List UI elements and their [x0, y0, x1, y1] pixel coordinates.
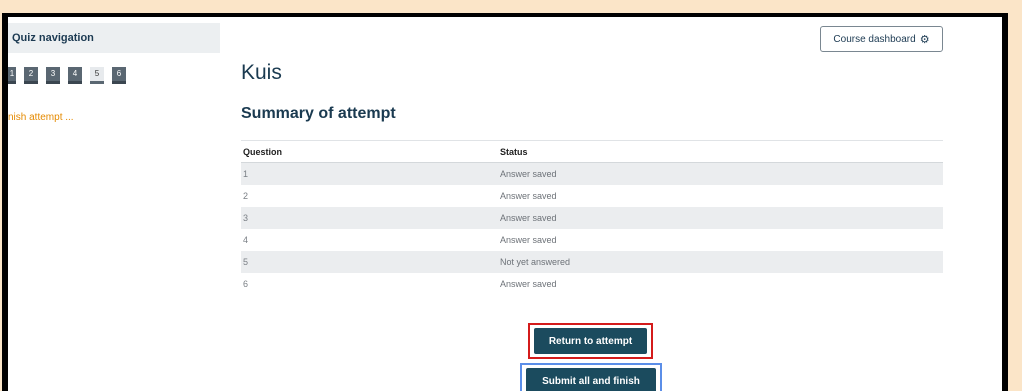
- question-number-cell[interactable]: 1: [241, 162, 498, 185]
- table-row: 1 Answer saved: [241, 162, 943, 185]
- screenshot-frame: Quiz navigation 1 2 3 4 5 6 nish attempt…: [2, 13, 1008, 391]
- question-navigation-buttons: 1 2 3 4 5 6: [8, 67, 134, 84]
- status-cell: Answer saved: [500, 279, 557, 289]
- question-button-3[interactable]: 3: [46, 67, 60, 84]
- table-row: 2 Answer saved: [241, 185, 943, 207]
- finish-attempt-link[interactable]: nish attempt ...: [8, 112, 74, 123]
- column-header-status: Status: [498, 140, 943, 163]
- table-row: 4 Answer saved: [241, 229, 943, 251]
- question-number-cell[interactable]: 5: [241, 251, 498, 273]
- question-number-cell[interactable]: 3: [241, 207, 498, 229]
- question-button-5[interactable]: 5: [90, 67, 104, 84]
- table-row: 5 Not yet answered: [241, 251, 943, 273]
- status-cell: Not yet answered: [498, 251, 943, 273]
- question-button-1[interactable]: 1: [8, 67, 16, 84]
- return-to-attempt-button[interactable]: Return to attempt: [534, 328, 647, 354]
- question-number-cell[interactable]: 2: [241, 185, 498, 207]
- return-button-highlight: Return to attempt: [528, 323, 653, 359]
- course-dashboard-button[interactable]: Course dashboard ⚙: [820, 26, 943, 52]
- question-number-cell[interactable]: 6: [241, 273, 498, 295]
- question-button-2[interactable]: 2: [24, 67, 38, 84]
- quiz-navigation-header: Quiz navigation: [8, 23, 220, 53]
- table-row: 6 Answer saved: [241, 273, 943, 295]
- status-cell: Answer saved: [500, 235, 557, 245]
- table-header-row: Question Status: [241, 140, 943, 163]
- question-number-cell[interactable]: 4: [241, 229, 498, 251]
- submit-all-and-finish-button[interactable]: Submit all and finish: [526, 368, 656, 391]
- attempt-summary-table: Question Status 1 Answer saved 2 Answer …: [241, 140, 943, 295]
- summary-heading: Summary of attempt: [241, 105, 396, 122]
- submit-button-highlight: Submit all and finish: [520, 363, 662, 391]
- column-header-question: Question: [241, 140, 498, 163]
- table-row: 3 Answer saved: [241, 207, 943, 229]
- gear-icon: ⚙: [919, 33, 930, 46]
- question-button-4[interactable]: 4: [68, 67, 82, 84]
- status-cell: Answer saved: [498, 162, 943, 185]
- status-cell: Answer saved: [500, 191, 557, 201]
- course-dashboard-label: Course dashboard: [833, 33, 916, 45]
- status-cell: Answer saved: [498, 207, 943, 229]
- page-title: Kuis: [241, 61, 282, 84]
- quiz-summary-page: Quiz navigation 1 2 3 4 5 6 nish attempt…: [8, 17, 1002, 391]
- question-button-6[interactable]: 6: [112, 67, 126, 84]
